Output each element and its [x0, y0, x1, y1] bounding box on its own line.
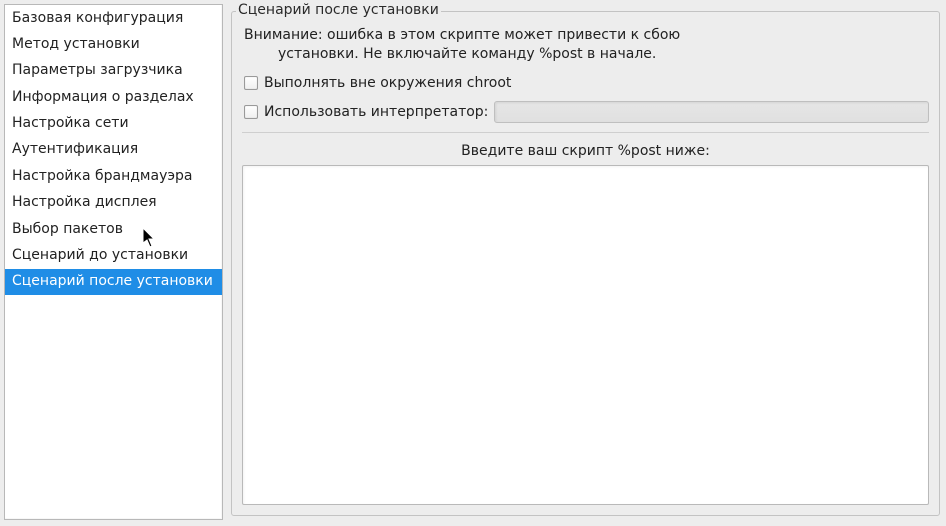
warning-line-1: Внимание: ошибка в этом скрипте может пр…	[244, 26, 929, 45]
sidebar-item-auth[interactable]: Аутентификация	[5, 137, 222, 163]
checkbox-run-outside-chroot[interactable]	[244, 76, 258, 90]
divider	[242, 132, 929, 133]
warning-text: Внимание: ошибка в этом скрипте может пр…	[242, 26, 929, 70]
label-run-outside-chroot: Выполнять вне окружения chroot	[264, 75, 511, 91]
script-label: Введите ваш скрипт %post ниже:	[242, 141, 929, 165]
sidebar-item-display[interactable]: Настройка дисплея	[5, 190, 222, 216]
sidebar-item-firewall[interactable]: Настройка брандмауэра	[5, 163, 222, 189]
post-script-textarea[interactable]	[242, 165, 929, 505]
post-install-fieldset: Сценарий после установки Внимание: ошибк…	[231, 11, 940, 516]
sidebar-item-preinstall-script[interactable]: Сценарий до установки	[5, 243, 222, 269]
panel-title: Сценарий после установки	[236, 2, 441, 18]
sidebar-item-install-method[interactable]: Метод установки	[5, 31, 222, 57]
main-panel: Сценарий после установки Внимание: ошибк…	[223, 4, 940, 520]
sidebar-item-bootloader[interactable]: Параметры загрузчика	[5, 58, 222, 84]
sidebar-item-network[interactable]: Настройка сети	[5, 111, 222, 137]
checkbox-use-interpreter[interactable]	[244, 105, 258, 119]
option-use-interpreter[interactable]: Использовать интерпретатор:	[242, 96, 929, 128]
sidebar-item-packages[interactable]: Выбор пакетов	[5, 216, 222, 242]
root: Базовая конфигурация Метод установки Пар…	[0, 0, 946, 526]
interpreter-input[interactable]	[494, 101, 929, 123]
option-run-outside-chroot[interactable]: Выполнять вне окружения chroot	[242, 70, 929, 96]
warning-line-2: установки. Не включайте команду %post в …	[244, 45, 929, 64]
label-use-interpreter: Использовать интерпретатор:	[264, 104, 488, 120]
sidebar-item-postinstall-script[interactable]: Сценарий после установки	[5, 269, 222, 295]
sidebar: Базовая конфигурация Метод установки Пар…	[4, 4, 223, 520]
sidebar-item-partitions[interactable]: Информация о разделах	[5, 84, 222, 110]
sidebar-item-basic-config[interactable]: Базовая конфигурация	[5, 5, 222, 31]
